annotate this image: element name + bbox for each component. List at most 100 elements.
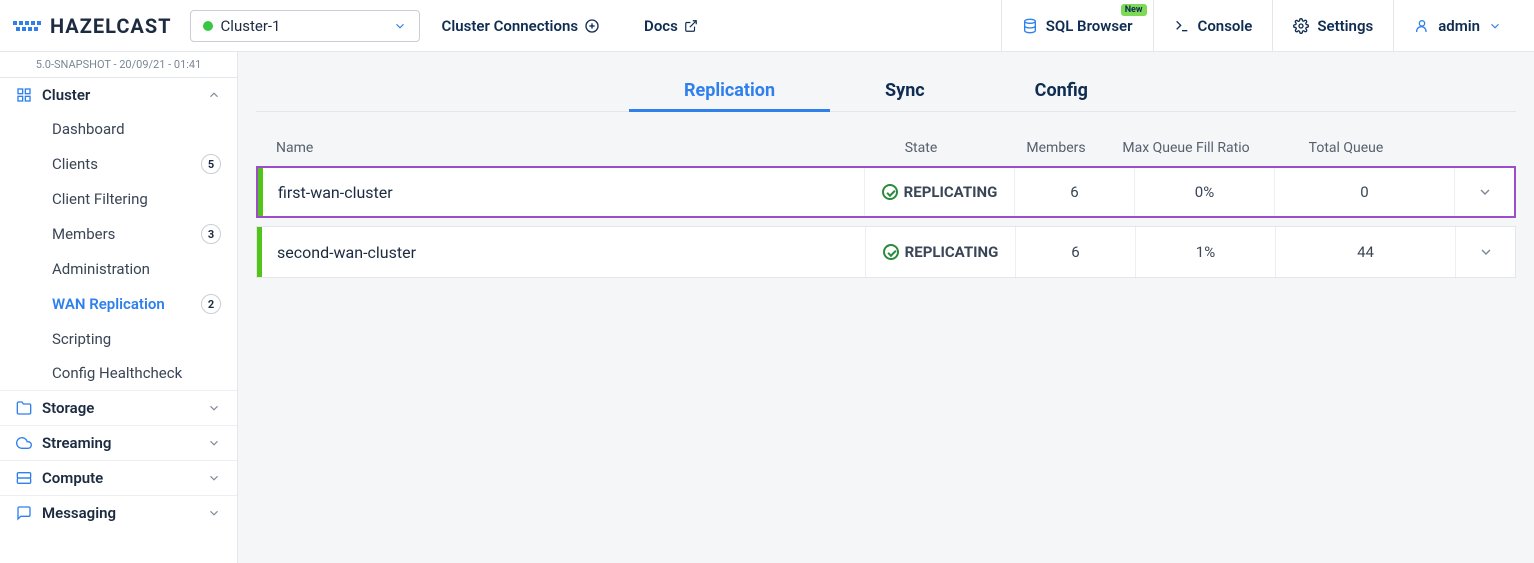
row-totalq: 0 [1274, 168, 1454, 216]
chevron-down-icon [207, 401, 221, 415]
chevron-down-icon [207, 436, 221, 450]
row-state: REPLICATING [864, 168, 1014, 216]
button-label: Console [1198, 17, 1253, 35]
brand-logo: HAZELCAST [12, 11, 172, 41]
count-badge: 2 [201, 294, 221, 314]
button-label: Settings [1317, 17, 1373, 35]
chevron-down-icon [1488, 19, 1502, 33]
plus-circle-icon [584, 18, 600, 34]
row-maxq: 1% [1135, 227, 1275, 277]
user-label: admin [1438, 17, 1480, 35]
sidebar-item-members[interactable]: Members 3 [52, 216, 237, 252]
row-name: second-wan-cluster [257, 243, 865, 262]
state-label: REPLICATING [904, 183, 998, 201]
nav-messaging[interactable]: Messaging [0, 495, 237, 530]
row-expand-button[interactable] [1454, 168, 1514, 216]
sidebar-item-client-filtering[interactable]: Client Filtering [52, 182, 237, 216]
new-badge: New [1121, 4, 1147, 16]
sidebar-item-label: Clients [52, 155, 98, 173]
user-menu[interactable]: admin [1393, 0, 1522, 52]
tab-replication[interactable]: Replication [629, 70, 830, 111]
header-bar: HAZELCAST Cluster-1 Cluster Connections … [0, 0, 1534, 52]
row-totalq: 44 [1275, 227, 1455, 277]
nav-label: Compute [42, 469, 197, 487]
nav-label: Storage [42, 399, 197, 417]
row-expand-button[interactable] [1455, 227, 1515, 277]
sidebar-item-wan-replication[interactable]: WAN Replication 2 [52, 286, 237, 322]
table-row[interactable]: first-wan-cluster REPLICATING 6 0% 0 [256, 166, 1516, 218]
col-maxq: Max Queue Fill Ratio [1116, 140, 1256, 156]
docs-link[interactable]: Docs [622, 17, 720, 35]
sidebar-item-scripting[interactable]: Scripting [52, 322, 237, 356]
wan-table: Name State Members Max Queue Fill Ratio … [256, 130, 1516, 278]
sidebar-item-clients[interactable]: Clients 5 [52, 146, 237, 182]
col-state: State [846, 140, 996, 156]
chevron-down-icon [207, 506, 221, 520]
check-circle-icon [882, 184, 898, 200]
sidebar-item-dashboard[interactable]: Dashboard [52, 112, 237, 146]
nav-label: Cluster [42, 86, 197, 104]
nav-streaming[interactable]: Streaming [0, 425, 237, 460]
cluster-connections-link[interactable]: Cluster Connections [420, 17, 623, 35]
sidebar-item-label: Administration [52, 260, 150, 278]
table-row[interactable]: second-wan-cluster REPLICATING 6 1% 44 [256, 226, 1516, 278]
nav-cluster[interactable]: Cluster [0, 78, 237, 112]
database-icon [1022, 18, 1038, 34]
sql-browser-button[interactable]: SQL Browser New [1001, 0, 1153, 52]
col-expand [1436, 140, 1496, 156]
sidebar-item-label: Scripting [52, 330, 111, 348]
row-members: 6 [1014, 168, 1134, 216]
terminal-icon [1174, 18, 1190, 34]
sidebar-item-label: Dashboard [52, 120, 125, 138]
row-state: REPLICATING [865, 227, 1015, 277]
tab-label: Config [1035, 80, 1088, 101]
cluster-select-value: Cluster-1 [221, 17, 385, 35]
cloud-icon [16, 435, 32, 451]
tab-label: Sync [885, 80, 925, 101]
version-text: 5.0-SNAPSHOT - 20/09/21 - 01:41 [0, 52, 237, 78]
nav-label: Messaging [42, 504, 197, 522]
sidebar-item-label: Config Healthcheck [52, 364, 182, 382]
link-label: Cluster Connections [442, 17, 579, 35]
nav-compute[interactable]: Compute [0, 460, 237, 495]
row-maxq: 0% [1134, 168, 1274, 216]
console-button[interactable]: Console [1153, 0, 1273, 52]
chevron-down-icon [393, 19, 407, 33]
col-members: Members [996, 140, 1116, 156]
sidebar: 5.0-SNAPSHOT - 20/09/21 - 01:41 Cluster … [0, 52, 238, 563]
col-totalq: Total Queue [1256, 140, 1436, 156]
check-circle-icon [883, 244, 899, 260]
chevron-down-icon [207, 471, 221, 485]
sidebar-item-label: WAN Replication [52, 295, 165, 313]
col-name: Name [276, 140, 846, 156]
link-label: Docs [644, 17, 678, 35]
count-badge: 5 [201, 154, 221, 174]
chevron-down-icon [1478, 244, 1494, 260]
sidebar-item-administration[interactable]: Administration [52, 252, 237, 286]
tab-config[interactable]: Config [980, 70, 1143, 111]
count-badge: 3 [201, 224, 221, 244]
sidebar-item-label: Client Filtering [52, 190, 148, 208]
message-icon [16, 505, 32, 521]
nav-cluster-subitems: Dashboard Clients 5 Client Filtering Mem… [0, 112, 237, 390]
tabs: Replication Sync Config [256, 70, 1516, 112]
hazelcast-icon [12, 11, 42, 41]
state-label: REPLICATING [905, 243, 999, 261]
tab-label: Replication [684, 80, 775, 101]
sidebar-item-config-healthcheck[interactable]: Config Healthcheck [52, 356, 237, 390]
server-icon [16, 470, 32, 486]
cluster-selector[interactable]: Cluster-1 [190, 10, 420, 42]
main-content: Replication Sync Config Name State Membe… [238, 52, 1534, 563]
status-dot-icon [203, 21, 213, 31]
sidebar-item-label: Members [52, 225, 115, 243]
user-icon [1414, 18, 1430, 34]
grid-icon [16, 87, 32, 103]
button-label: SQL Browser [1046, 17, 1133, 35]
brand-text: HAZELCAST [50, 14, 172, 38]
row-members: 6 [1015, 227, 1135, 277]
chevron-down-icon [1477, 184, 1493, 200]
settings-button[interactable]: Settings [1272, 0, 1393, 52]
tab-sync[interactable]: Sync [830, 70, 980, 111]
folder-icon [16, 400, 32, 416]
nav-storage[interactable]: Storage [0, 390, 237, 425]
